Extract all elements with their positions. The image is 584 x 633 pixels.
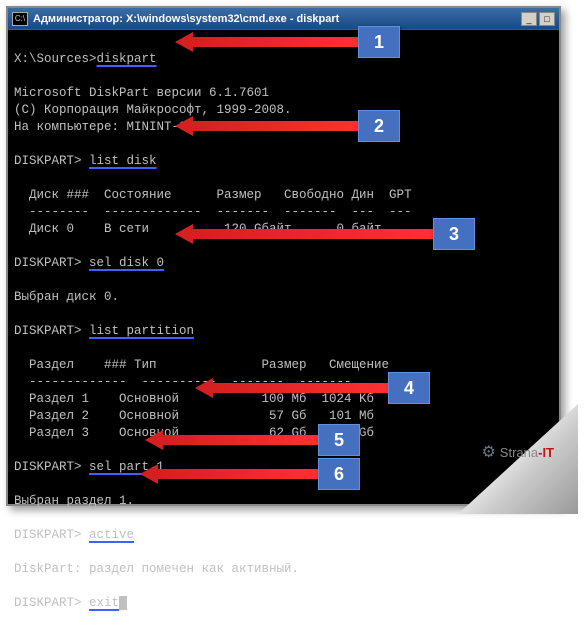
arrow-body	[158, 469, 318, 479]
output-line: Выбран раздел 1.	[14, 494, 134, 508]
cmd-exit: exit	[89, 596, 119, 610]
arrow-body	[193, 229, 433, 239]
annotation-arrow-1: 1	[175, 32, 400, 52]
watermark: ⚙ Strana-IT	[481, 442, 554, 462]
arrow-label: 2	[358, 110, 400, 142]
arrow-label: 6	[318, 458, 360, 490]
prompt: DISKPART>	[14, 460, 89, 474]
annotation-arrow-6: 6	[140, 464, 360, 484]
output-line: Microsoft DiskPart версии 6.1.7601	[14, 86, 269, 100]
arrow-body	[193, 121, 358, 131]
cmd-diskpart: diskpart	[97, 52, 157, 66]
arrow-body	[193, 37, 358, 47]
prompt: DISKPART>	[14, 596, 89, 610]
arrow-head-icon	[175, 224, 193, 244]
arrow-head-icon	[175, 32, 193, 52]
partition-table-row: Раздел 2 Основной 57 Gб 101 Mб	[14, 409, 374, 423]
prompt: DISKPART>	[14, 324, 89, 338]
arrow-label: 3	[433, 218, 475, 250]
cmd-sel-disk: sel disk 0	[89, 256, 164, 270]
output-line: Выбран диск 0.	[14, 290, 119, 304]
cmd-active: active	[89, 528, 134, 542]
maximize-button[interactable]: □	[539, 12, 555, 26]
disk-table-header: Диск ### Состояние Размер Свободно Дин G…	[14, 188, 412, 202]
arrow-head-icon	[175, 116, 193, 136]
prompt: X:\Sources>	[14, 52, 97, 66]
titlebar[interactable]: C:\ Администратор: X:\windows\system32\c…	[8, 8, 559, 30]
arrow-label: 5	[318, 424, 360, 456]
arrow-label: 4	[388, 372, 430, 404]
window-title: Администратор: X:\windows\system32\cmd.e…	[33, 13, 521, 25]
arrow-head-icon	[140, 464, 158, 484]
watermark-text: Strana-IT	[500, 445, 554, 460]
arrow-label: 1	[358, 26, 400, 58]
prompt: DISKPART>	[14, 528, 89, 542]
cmd-list-disk: list disk	[89, 154, 157, 168]
cmd-list-partition: list partition	[89, 324, 194, 338]
gear-icon: ⚙	[481, 442, 495, 462]
arrow-body	[213, 383, 388, 393]
cmd-icon: C:\	[12, 12, 28, 26]
partition-table-header: Раздел ### Тип Размер Смещение	[14, 358, 389, 372]
cursor: _	[119, 596, 127, 610]
prompt: DISKPART>	[14, 256, 89, 270]
annotation-arrow-2: 2	[175, 116, 400, 136]
arrow-head-icon	[145, 430, 163, 450]
arrow-body	[163, 435, 318, 445]
annotation-arrow-3: 3	[175, 224, 475, 244]
minimize-button[interactable]: _	[521, 12, 537, 26]
disk-table-divider: -------- ------------- ------- ------- -…	[14, 205, 412, 219]
annotation-arrow-5: 5	[145, 430, 360, 450]
prompt: DISKPART>	[14, 154, 89, 168]
arrow-head-icon	[195, 378, 213, 398]
annotation-arrow-4: 4	[195, 378, 430, 398]
output-line: (C) Корпорация Майкрософт, 1999-2008.	[14, 103, 292, 117]
output-line: DiskPart: раздел помечен как активный.	[14, 562, 299, 576]
window-buttons: _ □	[521, 12, 555, 26]
